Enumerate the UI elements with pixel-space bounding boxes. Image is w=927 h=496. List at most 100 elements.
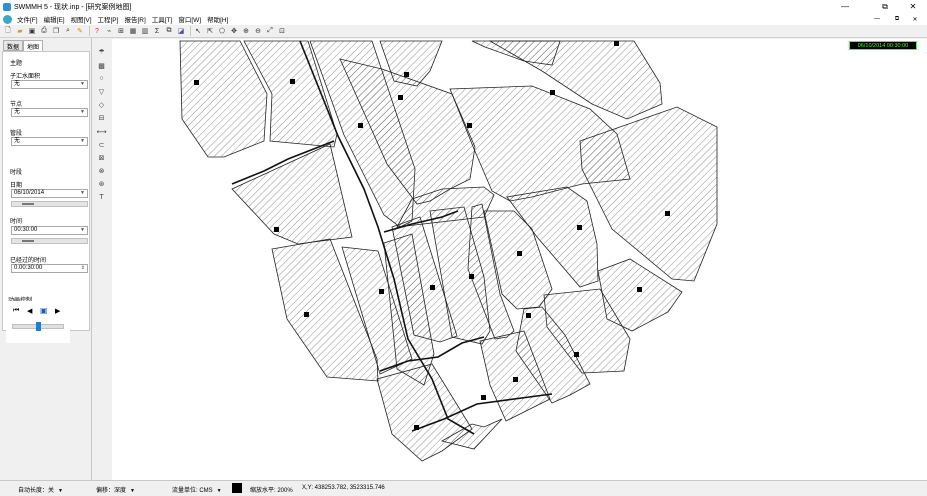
object-toolbar: ☂ ▩ ○ ▽ ◇ ⊟ ⟷ ⊂ ⊠ ⊗ ⊛ T bbox=[93, 40, 111, 480]
node-label: 节点 bbox=[10, 102, 23, 108]
back-icon[interactable]: ◀ bbox=[27, 307, 32, 315]
subcatchment-icon[interactable]: ▩ bbox=[96, 60, 107, 71]
menu-tools[interactable]: 工具[T] bbox=[149, 14, 176, 24]
conduit-icon[interactable]: ⟷ bbox=[96, 126, 107, 137]
time-select[interactable]: 00:30:00 ▼ bbox=[11, 226, 88, 235]
open-icon[interactable]: ▰ bbox=[15, 26, 25, 36]
map-date-time: 06/10/2014 00:30:00 bbox=[849, 41, 917, 50]
date-label: 日期 bbox=[10, 183, 23, 189]
study-area-map[interactable]: 06/10/2014 00:30:00 bbox=[112, 39, 927, 480]
node-theme-select[interactable]: 无 ▼ bbox=[11, 108, 88, 117]
toolbar: 🗋 ▰ ▣ ⎙ ❐ ⌕ ✎ ? ⌁ ⊞ ▦ ▥ Σ ⧉ ◪ ↖ ⇱ ⬠ ✥ ⊕ … bbox=[0, 25, 927, 38]
orifice-icon[interactable]: ⊠ bbox=[96, 152, 107, 163]
menu-project[interactable]: 工程[P] bbox=[95, 14, 122, 24]
map-canvas[interactable] bbox=[112, 39, 927, 480]
new-icon[interactable]: 🗋 bbox=[3, 26, 13, 36]
print-icon[interactable]: ⎙ bbox=[39, 26, 49, 36]
date-slider[interactable] bbox=[11, 201, 88, 207]
swmm-logo-icon bbox=[3, 14, 12, 24]
table-icon[interactable]: ▦ bbox=[128, 26, 138, 36]
link-theme-select[interactable]: 无 ▼ bbox=[11, 137, 88, 146]
scatter-icon[interactable]: ⊞ bbox=[116, 26, 126, 36]
elapsed-time-spinner[interactable]: 0.00:30:00 ⇕ bbox=[11, 264, 88, 273]
divider-icon[interactable]: ◇ bbox=[96, 99, 107, 110]
subcatch-theme-select[interactable]: 无 ▼ bbox=[11, 80, 88, 89]
stop-icon[interactable]: ▣ bbox=[40, 306, 48, 315]
themes-header: 主题 bbox=[10, 61, 23, 67]
flow-units-status[interactable]: 流量单位: CMS ▼ bbox=[172, 485, 222, 494]
minimize-button[interactable]: — bbox=[834, 0, 856, 13]
menu-view[interactable]: 视图[V] bbox=[68, 14, 95, 24]
storage-icon[interactable]: ⊟ bbox=[96, 112, 107, 123]
statistics-icon[interactable]: ▥ bbox=[140, 26, 150, 36]
run-status-icon bbox=[232, 483, 242, 493]
tab-data[interactable]: 数据 bbox=[3, 40, 24, 51]
time-period-header: 时段 bbox=[10, 170, 23, 176]
rewind-icon[interactable]: ⏮ bbox=[13, 307, 19, 315]
tab-map[interactable]: 地图 bbox=[23, 40, 44, 51]
map-browser: 主题 子汇水面积 无 ▼ 节点 无 ▼ 管段 无 ▼ 时段 日期 06/10/2014… bbox=[2, 51, 90, 331]
offsets-status[interactable]: 偏移：深度 ▼ bbox=[96, 485, 135, 494]
rain-gage-icon[interactable]: ☂ bbox=[96, 46, 107, 57]
chevron-down-icon: ▼ bbox=[80, 109, 85, 115]
animation-control: ⏮ ◀ ▣ ▶ bbox=[6, 301, 70, 343]
toolbar-separator bbox=[190, 26, 191, 36]
link-label: 管段 bbox=[10, 131, 23, 137]
chevron-down-icon: ▼ bbox=[80, 190, 85, 196]
menu-help[interactable]: 帮助[H] bbox=[204, 14, 231, 24]
menu-file[interactable]: 文件[F] bbox=[14, 14, 41, 24]
title-bar: SWMMH 5 - 现状.inp - [研究案例地图] bbox=[0, 0, 927, 13]
browser-panel: 数据 地图 主题 子汇水面积 无 ▼ 节点 无 ▼ 管段 无 ▼ 时段 日期 06/1… bbox=[0, 38, 92, 480]
outfall-icon[interactable]: ▽ bbox=[96, 86, 107, 97]
date-select[interactable]: 06/10/2014 ▼ bbox=[11, 189, 88, 198]
time-label: 时间 bbox=[10, 219, 23, 225]
animation-speed-slider[interactable] bbox=[12, 322, 64, 331]
layers-icon[interactable]: ◪ bbox=[176, 26, 186, 36]
save-icon[interactable]: ▣ bbox=[27, 26, 37, 36]
time-slider[interactable] bbox=[11, 238, 88, 244]
close-button[interactable]: ✕ bbox=[902, 0, 924, 13]
spinner-icon: ⇕ bbox=[80, 265, 85, 271]
profile-icon[interactable]: ? bbox=[92, 26, 102, 36]
forward-icon[interactable]: ▶ bbox=[55, 307, 60, 315]
query-icon[interactable]: ✎ bbox=[75, 26, 85, 36]
chevron-down-icon: ▼ bbox=[80, 81, 85, 87]
outlet-icon[interactable]: ⊛ bbox=[96, 178, 107, 189]
auto-length-status[interactable]: 自动长度：关 ▼ bbox=[18, 485, 63, 494]
mdi-minimize-button[interactable]: — bbox=[866, 13, 888, 25]
time-series-icon[interactable]: ⌁ bbox=[104, 26, 114, 36]
vertex-icon[interactable]: ⇱ bbox=[205, 26, 215, 36]
measure-icon[interactable]: ⊡ bbox=[277, 26, 287, 36]
menu-report[interactable]: 报告[R] bbox=[121, 14, 148, 24]
junction-icon[interactable]: ○ bbox=[96, 73, 107, 84]
full-extent-icon[interactable]: ⤢ bbox=[265, 26, 275, 36]
restore-button[interactable]: ⧉ bbox=[874, 0, 896, 13]
app-icon bbox=[3, 2, 11, 11]
window-title: SWMMH 5 - 现状.inp - [研究案例地图] bbox=[14, 3, 132, 11]
weir-icon[interactable]: ⊗ bbox=[96, 165, 107, 176]
zoom-in-icon[interactable]: ⊕ bbox=[241, 26, 251, 36]
chevron-down-icon: ▼ bbox=[80, 227, 85, 233]
region-icon[interactable]: ⬠ bbox=[217, 26, 227, 36]
select-icon[interactable]: ↖ bbox=[193, 26, 203, 36]
zoom-level-status: 缩放水平: 200% bbox=[250, 488, 293, 494]
zoom-out-icon[interactable]: ⊖ bbox=[253, 26, 263, 36]
subcatchment bbox=[231, 143, 353, 245]
menu-edit[interactable]: 编辑[E] bbox=[41, 14, 68, 24]
subcatch-label: 子汇水面积 bbox=[10, 74, 41, 80]
options-icon[interactable]: Σ bbox=[152, 26, 162, 36]
toolbar-separator bbox=[89, 26, 90, 36]
status-bar: 自动长度：关 ▼ 偏移：深度 ▼ 流量单位: CMS ▼ 缩放水平: 200% X,Y… bbox=[0, 480, 927, 496]
copy-icon[interactable]: ❐ bbox=[51, 26, 61, 36]
chevron-down-icon: ▼ bbox=[80, 138, 85, 144]
arrange-icon[interactable]: ⧉ bbox=[164, 26, 174, 36]
subcatchments bbox=[179, 40, 718, 462]
mdi-close-button[interactable]: ✕ bbox=[904, 13, 926, 25]
elapsed-time-label: 已经过的时间 bbox=[10, 258, 47, 264]
pan-icon[interactable]: ✥ bbox=[229, 26, 239, 36]
pump-icon[interactable]: ⊂ bbox=[96, 139, 107, 150]
menu-bar: 文件[F] 编辑[E] 视图[V] 工程[P] 报告[R] 工具[T] 窗口[W… bbox=[0, 13, 927, 25]
find-icon[interactable]: ⌕ bbox=[63, 26, 73, 36]
label-icon[interactable]: T bbox=[96, 192, 107, 203]
menu-window[interactable]: 窗口[W] bbox=[175, 14, 204, 24]
